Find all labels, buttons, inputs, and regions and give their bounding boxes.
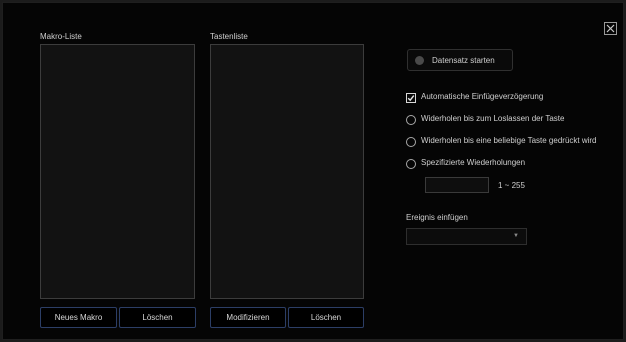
repeat-until-keypress-label: Widerholen bis eine beliebige Taste gedr… (421, 136, 597, 145)
repeat-until-release-radio[interactable] (406, 115, 416, 125)
key-list-label: Tastenliste (210, 32, 248, 41)
start-recording-label: Datensatz starten (432, 56, 495, 65)
start-recording-button[interactable]: Datensatz starten (407, 49, 513, 71)
record-icon (415, 56, 424, 65)
auto-delay-option[interactable]: Automatische Einfügeverzögerung (406, 92, 546, 104)
auto-delay-checkbox[interactable] (406, 93, 416, 103)
check-icon (407, 95, 415, 102)
specified-repeats-label: Spezifizierte Wiederholungen (421, 158, 526, 167)
repeat-range-label: 1 ~ 255 (498, 181, 525, 190)
repeat-count-input[interactable] (425, 177, 489, 193)
repeat-until-keypress-radio[interactable] (406, 137, 416, 147)
close-icon (606, 24, 615, 33)
modify-key-button[interactable]: Modifizieren (210, 307, 286, 328)
chevron-down-icon: ▼ (513, 233, 519, 239)
delete-key-button[interactable]: Löschen (288, 307, 364, 328)
new-macro-button[interactable]: Neues Makro (40, 307, 117, 328)
macro-list-label: Makro-Liste (40, 32, 82, 41)
insert-event-label: Ereignis einfügen (406, 213, 468, 222)
close-button[interactable] (604, 22, 617, 35)
repeat-until-release-label: Widerholen bis zum Loslassen der Taste (421, 114, 565, 123)
insert-event-dropdown[interactable]: ▼ (406, 228, 527, 245)
repeat-until-release-option[interactable]: Widerholen bis zum Loslassen der Taste (406, 114, 566, 126)
key-list[interactable] (210, 44, 364, 299)
auto-delay-label: Automatische Einfügeverzögerung (421, 92, 544, 101)
delete-macro-button[interactable]: Löschen (119, 307, 196, 328)
specified-repeats-option[interactable]: Spezifizierte Wiederholungen (406, 158, 536, 170)
macro-dialog: Makro-Liste Neues Makro Löschen Tastenli… (2, 2, 624, 340)
macro-list[interactable] (40, 44, 195, 299)
repeat-until-keypress-option[interactable]: Widerholen bis eine beliebige Taste gedr… (406, 136, 616, 148)
specified-repeats-radio[interactable] (406, 159, 416, 169)
